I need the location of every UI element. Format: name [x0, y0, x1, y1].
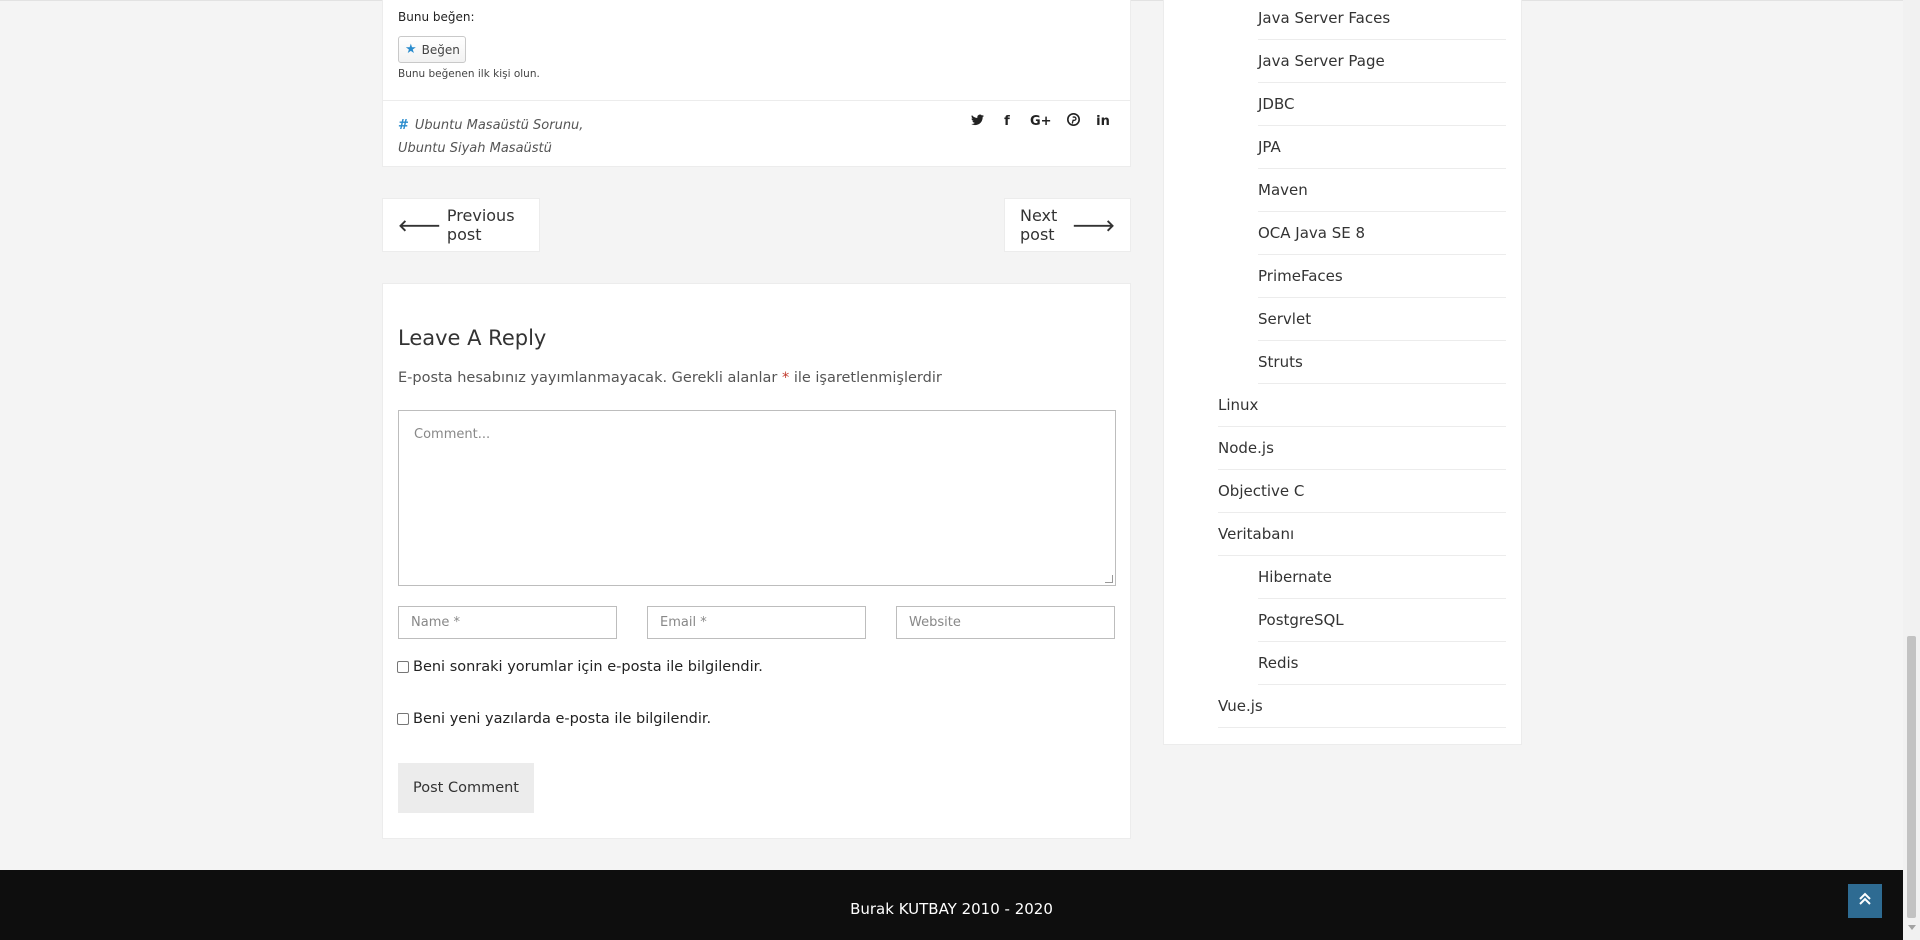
reply-title: Leave A Reply	[398, 326, 547, 350]
comment-placeholder: Comment...	[414, 427, 491, 442]
sidebar-category-item[interactable]: Java Server Page	[1258, 40, 1506, 83]
sidebar-category-item[interactable]: OCA Java SE 8	[1258, 212, 1506, 255]
tag-link[interactable]: Ubuntu Masaüstü Sorunu,	[415, 118, 584, 133]
previous-post-label: Previous post	[446, 206, 515, 244]
new-posts-label[interactable]: Beni yeni yazılarda e-posta ile bilgilen…	[413, 711, 711, 727]
double-chevron-up-icon	[1857, 891, 1873, 912]
reply-note-tail: ile işaretlenmişlerdir	[793, 370, 942, 386]
website-placeholder: Website	[909, 615, 961, 630]
sidebar-category-item[interactable]: Redis	[1258, 642, 1506, 685]
sidebar-category-item[interactable]: JPA	[1258, 126, 1506, 169]
scroll-down-arrow-icon[interactable]	[1908, 925, 1916, 930]
sidebar-category-item[interactable]: Node.js	[1218, 427, 1506, 470]
sidebar-categories: Java Server Faces Java Server Page JDBC JPA…	[1163, 0, 1522, 745]
name-placeholder: Name *	[411, 615, 460, 630]
hashtag-icon: #	[398, 118, 409, 133]
star-icon: ★	[405, 42, 417, 57]
email-field[interactable]: Email *	[647, 606, 866, 639]
sidebar-category-item[interactable]: Hibernate	[1258, 556, 1506, 599]
post-comment-button[interactable]: Post Comment	[398, 763, 534, 813]
like-button[interactable]: ★ Beğen	[398, 36, 466, 63]
previous-post-button[interactable]: 🡐 Previous post	[382, 198, 540, 252]
post-tags: # Ubuntu Masaüstü Sorunu, Ubuntu Siyah Ma…	[398, 114, 583, 160]
linkedin-icon[interactable]: in	[1096, 114, 1110, 129]
new-posts-checkbox[interactable]	[397, 713, 409, 725]
sidebar-category-item[interactable]: Maven	[1258, 169, 1506, 212]
sidebar-category-item[interactable]: Vue.js	[1218, 685, 1506, 728]
email-placeholder: Email *	[660, 615, 707, 630]
post-footer-card: Bunu beğen: ★ Beğen Bunu beğenen ilk kiş…	[382, 0, 1131, 167]
tag-link[interactable]: Ubuntu Siyah Masaüstü	[398, 141, 552, 156]
comment-textarea[interactable]: Comment...	[398, 410, 1116, 586]
next-post-label: Next post	[1020, 206, 1058, 244]
reply-note-text: E-posta hesabınız yayımlanmayacak. Gerek…	[398, 370, 778, 386]
arrow-left-icon: 🡐	[398, 216, 441, 235]
divider	[383, 100, 1130, 101]
site-footer: Burak KUTBAY 2010 - 2020	[0, 870, 1903, 940]
like-note: Bunu beğenen ilk kişi olun.	[398, 68, 540, 80]
reply-form-card: Leave A Reply E-posta hesabınız yayımlan…	[382, 283, 1131, 839]
footer-copyright: Burak KUTBAY 2010 - 2020	[850, 900, 1053, 918]
arrow-right-icon: 🡒	[1072, 216, 1115, 235]
website-field[interactable]: Website	[896, 606, 1115, 639]
sidebar-category-item[interactable]: PrimeFaces	[1258, 255, 1506, 298]
like-button-label: Beğen	[421, 42, 460, 57]
back-to-top-button[interactable]	[1848, 884, 1882, 918]
followup-subscribe-option: Beni sonraki yorumlar için e-posta ile b…	[397, 659, 763, 675]
sidebar-category-item[interactable]: Java Server Faces	[1258, 0, 1506, 40]
next-post-button[interactable]: Next post 🡒	[1004, 198, 1131, 252]
required-mark: *	[781, 370, 790, 386]
sidebar-category-item[interactable]: Linux	[1218, 384, 1506, 427]
google-plus-icon[interactable]: G+	[1030, 114, 1052, 129]
sidebar-category-item[interactable]: Veritabanı	[1218, 513, 1506, 556]
facebook-icon[interactable]: f	[1000, 114, 1014, 129]
twitter-icon[interactable]	[970, 114, 984, 130]
sidebar-category-item[interactable]: Struts	[1258, 341, 1506, 384]
followup-label[interactable]: Beni sonraki yorumlar için e-posta ile b…	[413, 659, 763, 675]
scrollbar-thumb[interactable]	[1907, 636, 1916, 918]
followup-checkbox[interactable]	[397, 661, 409, 673]
sidebar-category-item[interactable]: PostgreSQL	[1258, 599, 1506, 642]
page-scrollbar[interactable]	[1903, 0, 1920, 940]
sidebar-category-item[interactable]: JDBC	[1258, 83, 1506, 126]
resize-grip-icon[interactable]	[1105, 575, 1113, 583]
sidebar-category-item[interactable]: Servlet	[1258, 298, 1506, 341]
like-widget-title: Bunu beğen:	[398, 10, 475, 24]
share-links: f G+ in	[970, 113, 1110, 130]
sidebar-category-item[interactable]: Objective C	[1218, 470, 1506, 513]
reply-note: E-posta hesabınız yayımlanmayacak. Gerek…	[398, 370, 942, 386]
new-posts-subscribe-option: Beni yeni yazılarda e-posta ile bilgilen…	[397, 711, 711, 727]
pinterest-icon[interactable]	[1066, 113, 1080, 130]
name-field[interactable]: Name *	[398, 606, 617, 639]
